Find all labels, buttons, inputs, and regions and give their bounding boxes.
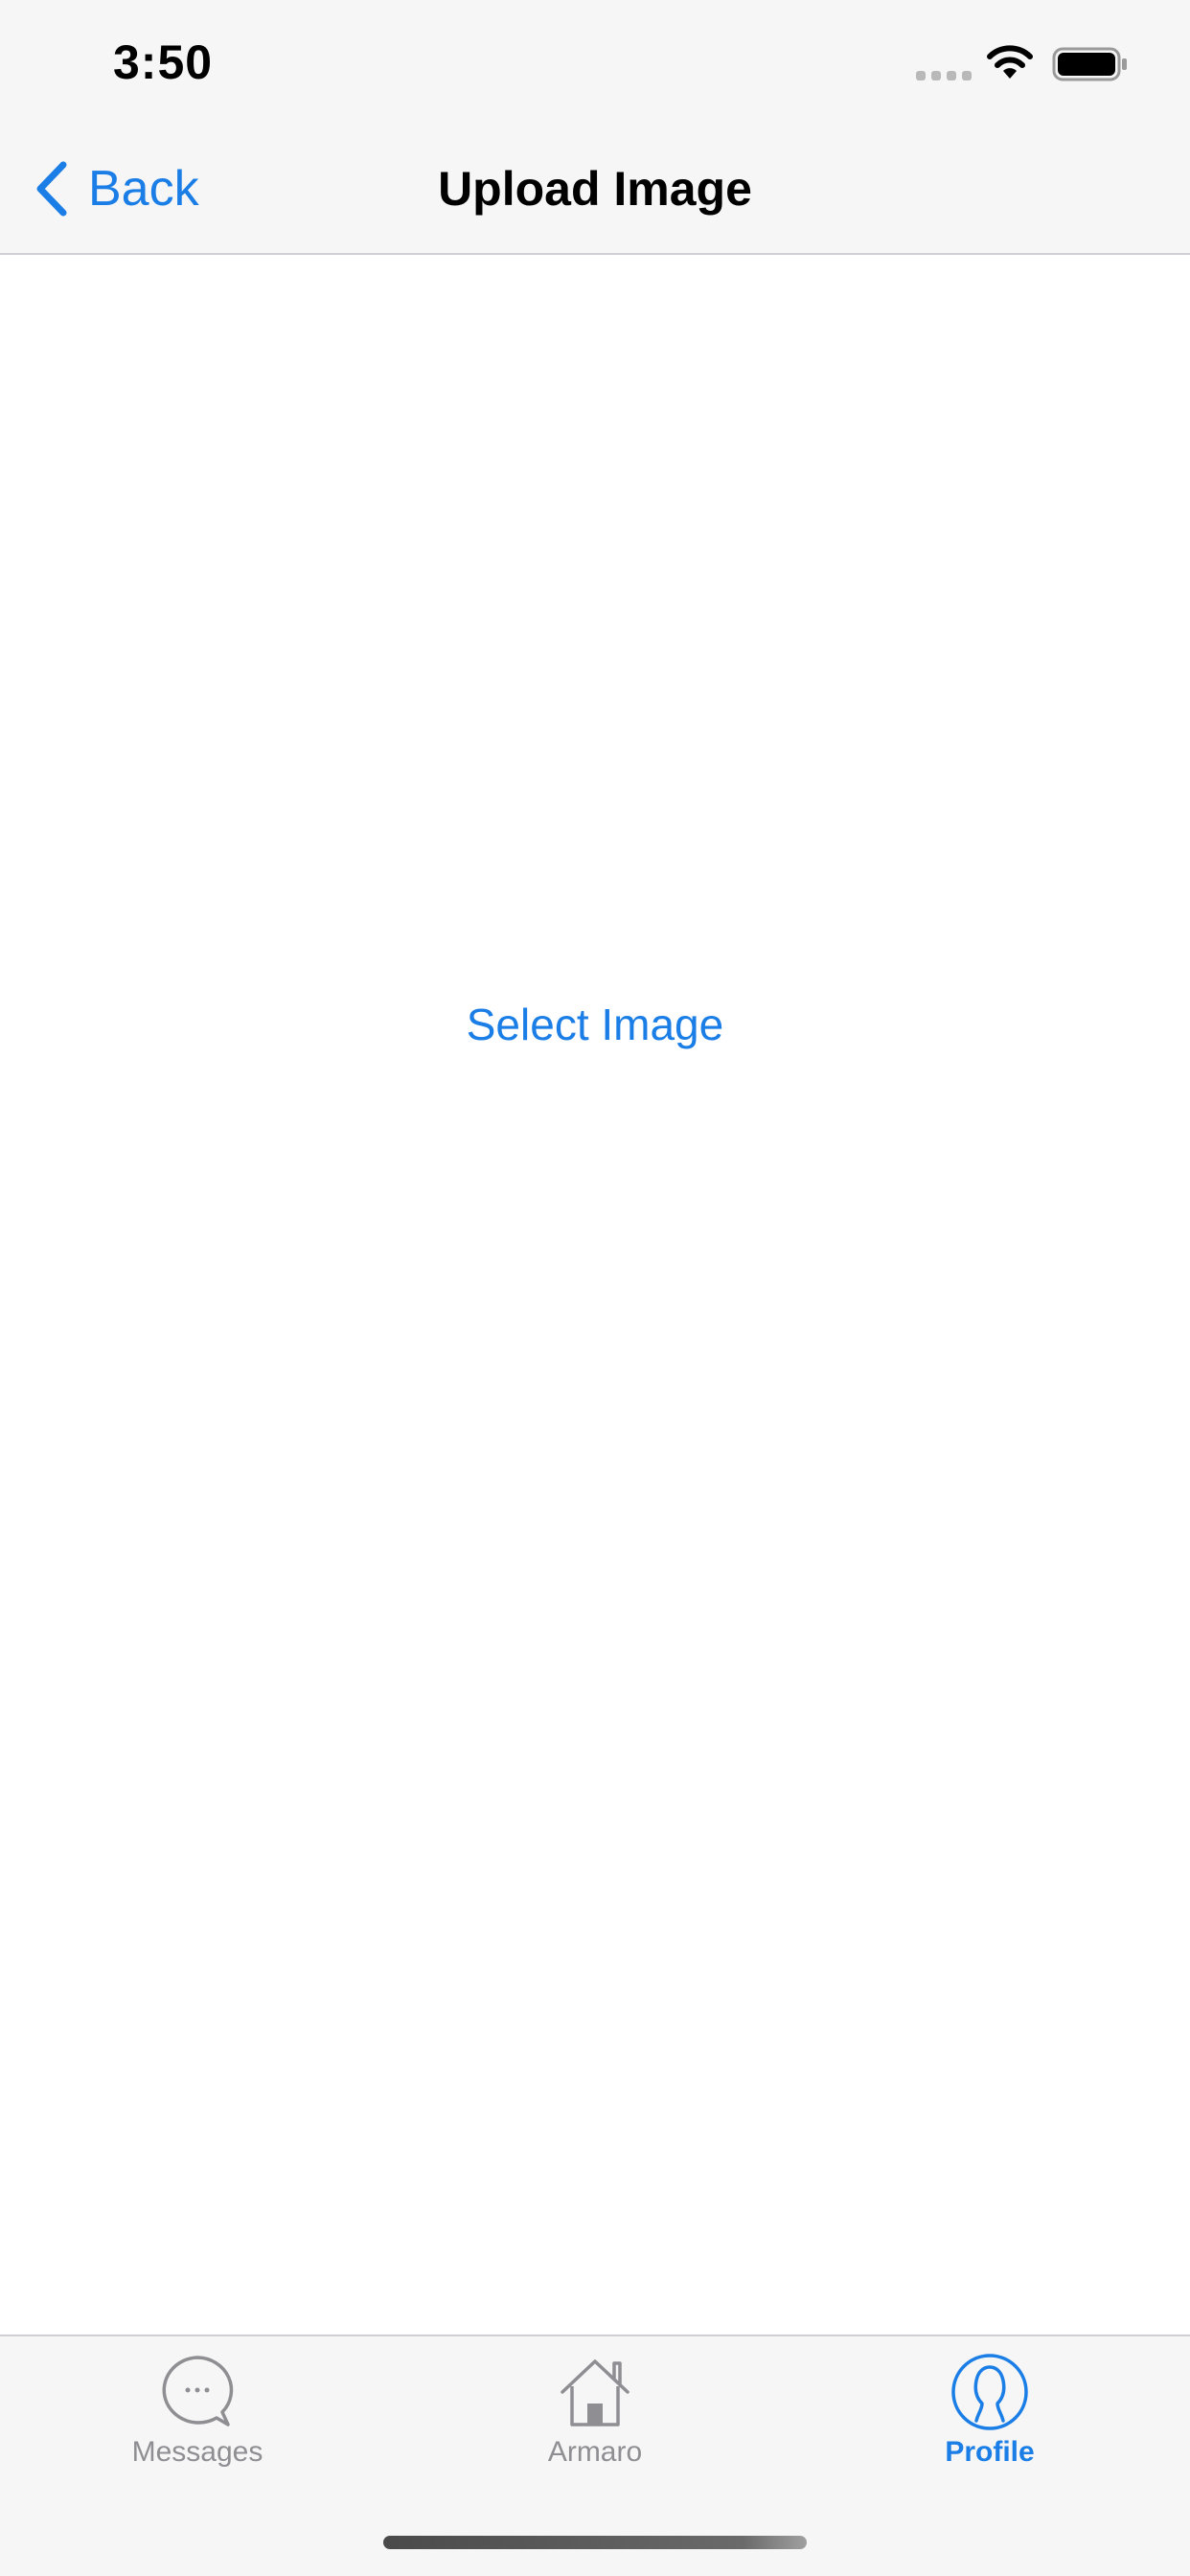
tab-messages[interactable]: Messages [82, 2352, 312, 2496]
upload-image-screen: 3:50 Back Upload Image Select Image Mess… [0, 0, 1190, 2576]
select-image-button[interactable]: Select Image [0, 999, 1190, 1050]
main-content: Select Image [0, 255, 1190, 2334]
page-title: Upload Image [438, 162, 752, 216]
chat-bubble-icon [162, 2356, 234, 2426]
tab-messages-label: Messages [131, 2436, 263, 2468]
battery-icon [1052, 47, 1127, 81]
tab-profile-label: Profile [945, 2436, 1035, 2468]
tab-armaro[interactable]: Armaro [480, 2352, 710, 2496]
signal-dots-icon [916, 71, 972, 80]
status-time: 3:50 [113, 35, 214, 89]
profile-icon [951, 2354, 1028, 2430]
navigation-bar: Back Upload Image [0, 126, 1190, 255]
tab-armaro-label: Armaro [547, 2436, 643, 2468]
wifi-icon [987, 45, 1033, 79]
status-bar: 3:50 [0, 0, 1190, 126]
home-indicator[interactable] [383, 2536, 807, 2549]
home-icon [561, 2359, 629, 2426]
tab-profile[interactable]: Profile [875, 2352, 1105, 2496]
